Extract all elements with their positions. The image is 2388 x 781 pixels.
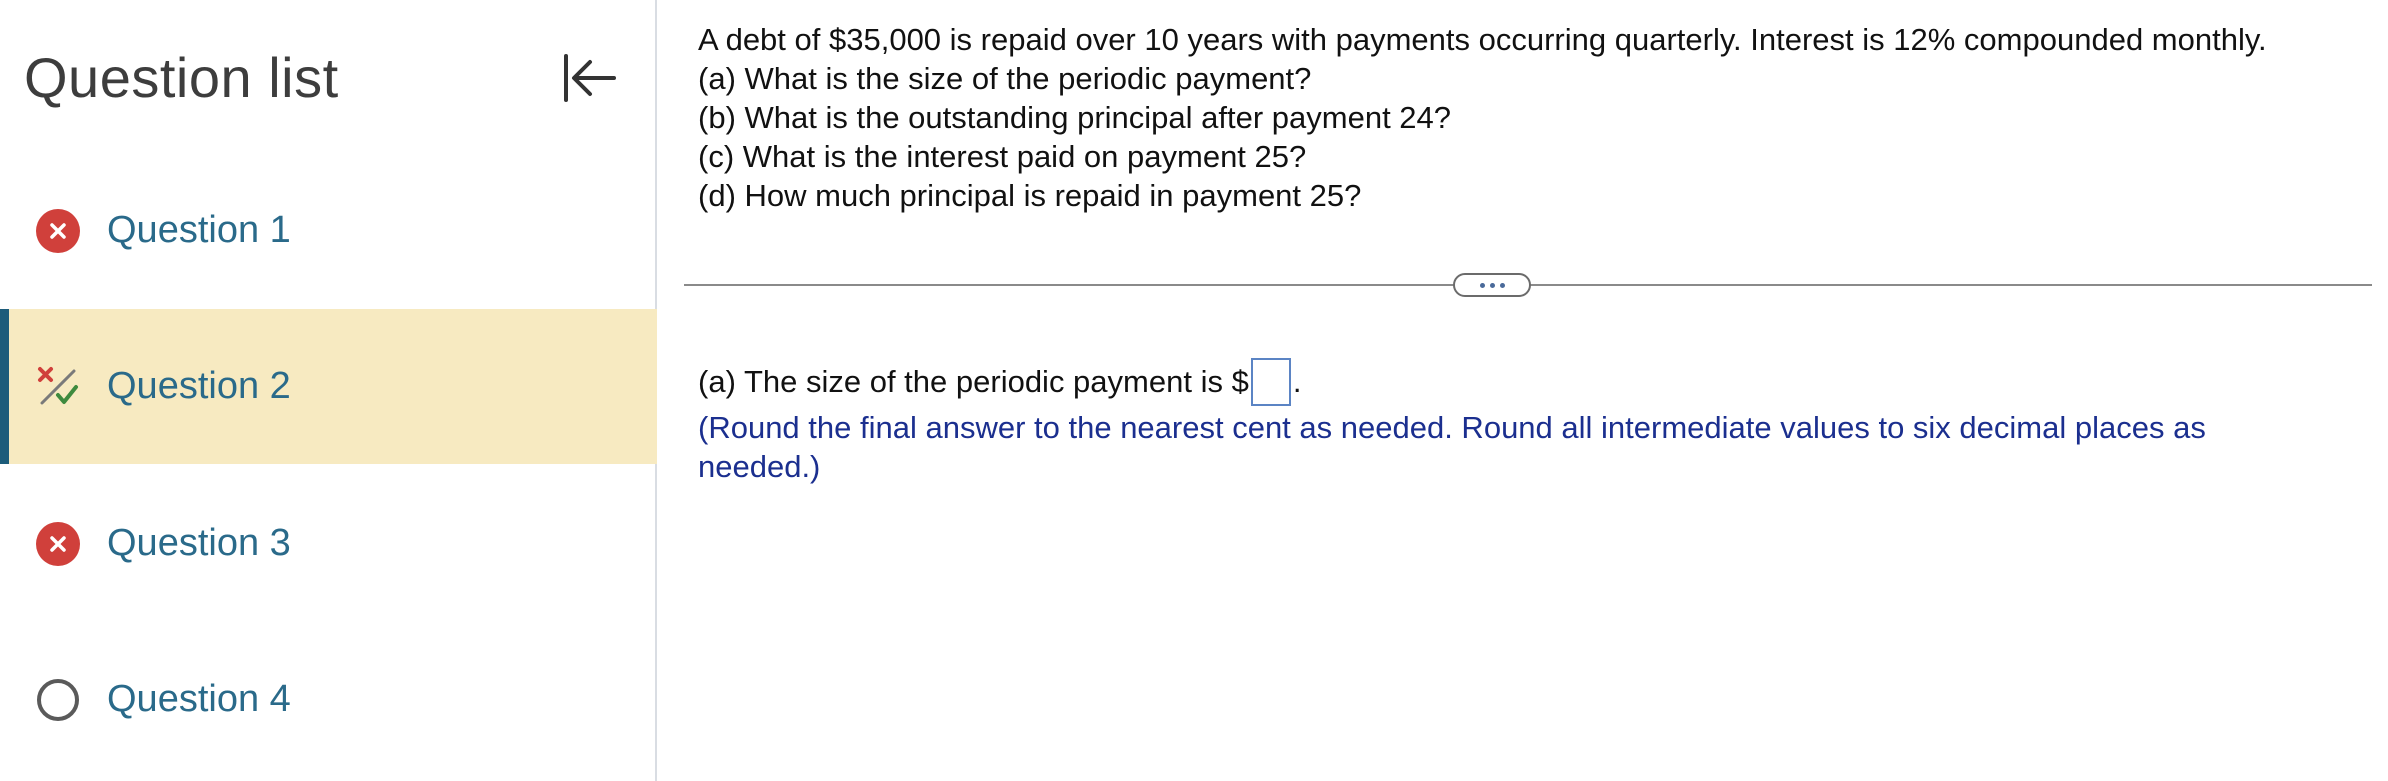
question-part-d: (d) How much principal is repaid in paym…: [698, 178, 1362, 213]
question-part-a: (a) What is the size of the periodic pay…: [698, 61, 1312, 96]
partial-status: [36, 365, 80, 409]
ellipsis-icon: [1479, 282, 1485, 288]
question-list-sidebar: Question list Question 1 Question 2 Ques…: [0, 0, 657, 781]
question-list-item-2[interactable]: Question 2: [0, 309, 657, 464]
collapse-left-icon: [564, 53, 616, 102]
question-label: Question 3: [107, 522, 291, 564]
partial-credit-icon: [38, 366, 78, 404]
unanswered-status: [36, 678, 80, 722]
x-circle-icon: [36, 521, 80, 566]
question-label: Question 1: [107, 209, 291, 251]
x-circle-icon: [36, 208, 80, 253]
rounding-hint: (Round the final answer to the nearest c…: [698, 410, 2206, 484]
sidebar-header: Question list: [24, 40, 644, 115]
answer-prompt: (a) The size of the periodic payment is …: [698, 364, 1249, 399]
question-list-item-1[interactable]: Question 1: [0, 153, 657, 308]
question-text: A debt of $35,000 is repaid over 10 year…: [698, 20, 2378, 215]
question-part-b: (b) What is the outstanding principal af…: [698, 100, 1452, 135]
incorrect-status: [36, 208, 80, 253]
sidebar-title: Question list: [24, 46, 339, 109]
incorrect-status: [36, 521, 80, 566]
question-list-item-4[interactable]: Question 4: [0, 622, 657, 777]
question-label: Question 4: [107, 678, 291, 720]
payment-answer-input[interactable]: [1250, 358, 1291, 406]
answer-suffix: .: [1292, 364, 1302, 399]
question-panel: A debt of $35,000 is repaid over 10 year…: [660, 0, 2388, 781]
expand-more-button[interactable]: [1453, 273, 1531, 297]
question-label: Question 2: [107, 365, 291, 407]
active-indicator: [0, 309, 9, 464]
question-stem: A debt of $35,000 is repaid over 10 year…: [698, 22, 2267, 57]
empty-circle-icon: [37, 678, 79, 721]
question-part-c: (c) What is the interest paid on payment…: [698, 139, 1307, 174]
question-list-item-3[interactable]: Question 3: [0, 466, 657, 621]
answer-line: (a) The size of the periodic payment is …: [698, 358, 1301, 406]
collapse-sidebar-button[interactable]: [556, 46, 620, 110]
